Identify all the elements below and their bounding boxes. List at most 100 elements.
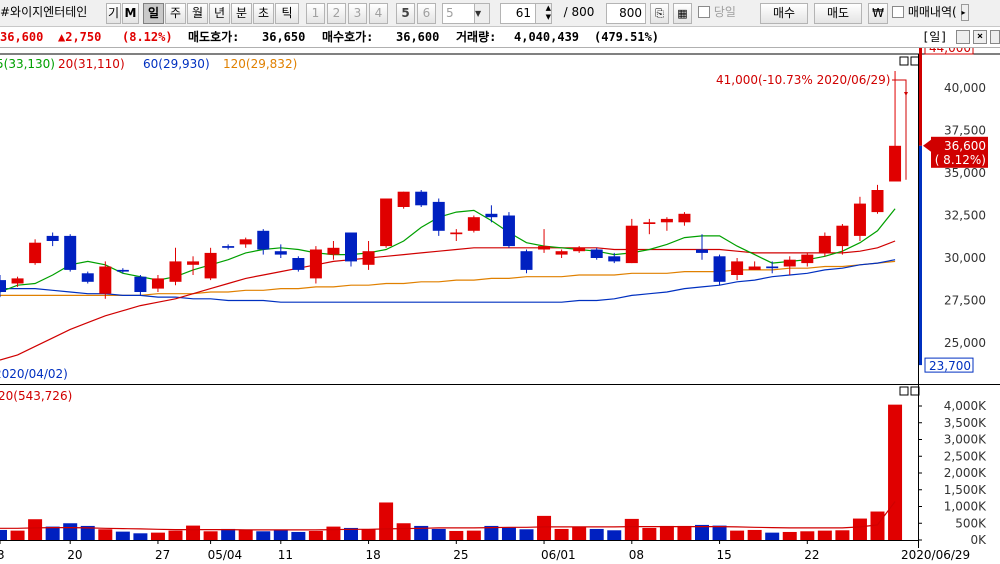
toolbar: #와이지엔터테인 기 M 일 주 월 년 분 초 틱 1 2 3 4 5 6 5… bbox=[0, 0, 1000, 27]
candle-body bbox=[309, 249, 322, 279]
trade-history-label: 매매내역( bbox=[907, 5, 957, 19]
max-price-label: 44,000 bbox=[929, 48, 971, 55]
legend-ma60: 60(29,930) bbox=[143, 57, 210, 71]
date-tick-label: 20 bbox=[67, 548, 82, 562]
volume-bar bbox=[273, 530, 288, 540]
candle-body bbox=[81, 273, 94, 282]
ask-label: 매도호가: bbox=[188, 30, 240, 44]
tab-week[interactable]: 주 bbox=[165, 3, 186, 24]
candle-body bbox=[731, 261, 744, 275]
price-info-bar: 36,600 ▲2,750 (8.12%) 매도호가: 36,650 매수호가:… bbox=[0, 27, 1000, 48]
volume-bar bbox=[624, 518, 639, 540]
current-price: 36,600 bbox=[0, 30, 44, 44]
volume-bar bbox=[852, 518, 867, 540]
volume-bar bbox=[782, 531, 797, 540]
volume-bar bbox=[765, 532, 780, 540]
tab-second[interactable]: 초 bbox=[253, 3, 274, 24]
range-bar-up bbox=[919, 48, 922, 146]
sell-button[interactable]: 매도 bbox=[814, 3, 862, 24]
volume-bar bbox=[449, 530, 464, 540]
close-icon[interactable]: × bbox=[973, 30, 987, 44]
period-badge[interactable]: [일] bbox=[922, 27, 948, 47]
volume-bar bbox=[747, 529, 762, 540]
candle-body bbox=[590, 249, 603, 258]
interval-select[interactable]: 5 ▼ bbox=[442, 3, 490, 24]
volume-pane-minimize-icon[interactable] bbox=[899, 386, 909, 396]
bid-label: 매수호가: bbox=[322, 30, 374, 44]
volume-bar bbox=[28, 519, 43, 540]
legend-ma120: 120(29,832) bbox=[223, 57, 297, 71]
price-change-pct: (8.12%) bbox=[122, 30, 173, 44]
candle-body bbox=[871, 190, 884, 213]
number-button-1[interactable]: 1 bbox=[306, 3, 325, 24]
number-button-5[interactable]: 5 bbox=[396, 3, 415, 24]
current-price-pct-label: ( 8.12%) bbox=[935, 153, 986, 167]
scroll-handle[interactable] bbox=[990, 30, 1000, 44]
price-pane-minimize-icon[interactable] bbox=[899, 56, 909, 66]
volume-tick-label: 4,000K bbox=[944, 399, 987, 413]
stock-name-field[interactable]: #와이지엔터테인 bbox=[0, 3, 104, 24]
current-price-label: 36,600 bbox=[944, 139, 986, 153]
volume-bar bbox=[63, 523, 78, 540]
volume-pane-close-icon[interactable] bbox=[910, 386, 920, 396]
date-tick-label: 11 bbox=[278, 548, 293, 562]
legend-ma20: 20(31,110) bbox=[58, 57, 125, 71]
date-tick-label: 06/01 bbox=[541, 548, 576, 562]
m-button[interactable]: M bbox=[122, 3, 139, 24]
price-pane: 5(33,130) 20(31,110) 60(29,930) 120(29,8… bbox=[0, 48, 1000, 381]
volume-bar bbox=[221, 528, 236, 540]
buy-button[interactable]: 매수 bbox=[760, 3, 808, 24]
candle-body bbox=[467, 217, 480, 231]
candle-body bbox=[555, 251, 568, 255]
tab-month[interactable]: 월 bbox=[187, 3, 208, 24]
chevron-down-icon[interactable]: ▼ bbox=[474, 4, 489, 23]
volume-tick-label: 0K bbox=[970, 533, 987, 547]
volume-bar bbox=[817, 530, 832, 540]
candle-body bbox=[450, 232, 463, 235]
volume-pct: (479.51%) bbox=[594, 30, 660, 44]
date-tick-label: 3 bbox=[0, 548, 5, 562]
last-date-label: 2020/06/29 bbox=[901, 548, 970, 562]
number-button-2[interactable]: 2 bbox=[327, 3, 346, 24]
price-tick-label: 27,500 bbox=[944, 294, 986, 308]
tab-day[interactable]: 일 bbox=[143, 3, 164, 24]
candle-body bbox=[204, 252, 217, 279]
volume-bar bbox=[888, 404, 903, 540]
minimize-icon[interactable] bbox=[956, 30, 970, 44]
gi-button[interactable]: 기 bbox=[106, 3, 121, 24]
tab-minute[interactable]: 분 bbox=[231, 3, 252, 24]
scroll-arrow-icon[interactable]: ▸ bbox=[960, 4, 969, 21]
number-button-3[interactable]: 3 bbox=[348, 3, 367, 24]
today-checkbox-box[interactable] bbox=[698, 6, 710, 18]
volume-bar bbox=[835, 530, 850, 540]
bid-value: 36,600 bbox=[396, 30, 440, 44]
trade-history-checkbox-box[interactable] bbox=[892, 6, 904, 18]
volume-bar bbox=[115, 531, 130, 540]
won-button[interactable]: ₩ bbox=[868, 3, 888, 24]
candle-body bbox=[485, 213, 498, 218]
number-button-6[interactable]: 6 bbox=[417, 3, 436, 24]
volume-tick-label: 500K bbox=[955, 516, 987, 530]
volume-bar bbox=[501, 527, 516, 540]
count-total-input[interactable]: 800 bbox=[606, 3, 646, 24]
calendar-icon[interactable]: ▦ bbox=[673, 3, 692, 24]
stepper-icon[interactable]: ▲ ▼ bbox=[535, 4, 551, 23]
volume-bar bbox=[379, 502, 394, 540]
copy-icon[interactable]: ⎘ bbox=[650, 3, 669, 24]
count-input[interactable]: 61 ▲ ▼ bbox=[500, 3, 552, 24]
date-tick-label: 05/04 bbox=[208, 548, 243, 562]
min-price-label: 23,700 bbox=[929, 359, 971, 373]
candle-body bbox=[151, 278, 164, 289]
number-button-4[interactable]: 4 bbox=[369, 3, 388, 24]
today-checkbox[interactable]: 당일 bbox=[698, 3, 750, 24]
candle-body bbox=[818, 235, 831, 253]
candle-body bbox=[713, 256, 726, 282]
interval-select-value: 5 bbox=[446, 6, 454, 20]
price-change: ▲2,750 bbox=[58, 30, 102, 44]
volume-bar bbox=[10, 530, 25, 540]
candle-body bbox=[520, 251, 533, 270]
tab-year[interactable]: 년 bbox=[209, 3, 230, 24]
trade-history-checkbox[interactable]: 매매내역( ▸ bbox=[892, 3, 1000, 24]
tab-tick[interactable]: 틱 bbox=[275, 3, 299, 24]
price-pane-close-icon[interactable] bbox=[910, 56, 920, 66]
